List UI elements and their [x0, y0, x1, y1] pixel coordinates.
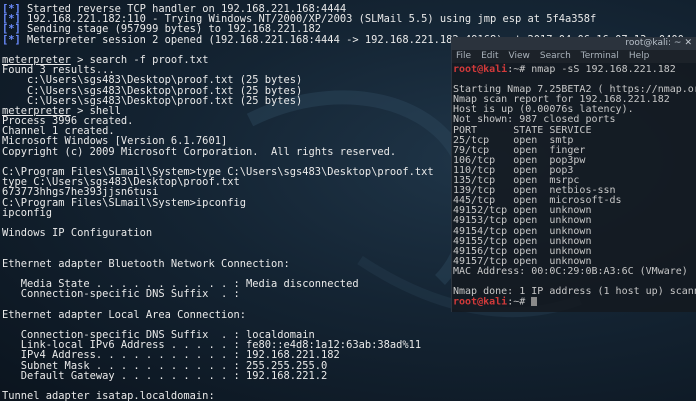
nmap-terminal-output[interactable]: root@kali:~# nmap -sS 192.168.221.182 Sta… [452, 63, 696, 308]
line-text: Tunnel adapter isatap.localdomain: [2, 390, 215, 401]
close-icon[interactable]: ✕ [684, 37, 692, 50]
line-text: ipconfig [2, 206, 53, 219]
line-text: nmap -sS 192.168.221.182 [531, 64, 676, 75]
terminal-line: Tunnel adapter isatap.localdomain: [2, 391, 696, 401]
terminal-line: Default Gateway . . . . . . . . . : 192.… [2, 371, 696, 381]
root-prompt: root@kali [453, 296, 508, 308]
root-prompt: root@kali [453, 64, 508, 75]
terminal-cursor [531, 297, 538, 307]
menu-item-edit[interactable]: Edit [481, 51, 498, 61]
line-text: MAC Address: 00:0C:29:0B:A3:6C (VMware) [453, 265, 688, 277]
window-titlebar[interactable]: root@kali: ~ ✕ [452, 37, 696, 50]
menu-item-help[interactable]: Help [629, 51, 650, 61]
menu-item-view[interactable]: View [509, 51, 530, 61]
menu-item-file[interactable]: File [456, 51, 471, 61]
line-text: Copyright (c) 2009 Microsoft Corporation… [2, 145, 397, 158]
window-title: root@kali: ~ [625, 38, 682, 48]
line-text: Ethernet adapter Bluetooth Network Conne… [2, 257, 290, 270]
menu-item-terminal[interactable]: Terminal [581, 51, 619, 61]
nmap-terminal-window[interactable]: root@kali: ~ ✕ File Edit View Search Terminal… [451, 37, 696, 312]
prompt-suffix: :~# [507, 296, 532, 308]
line-text: Windows IP Configuration [2, 227, 153, 240]
nmap-line: Nmap done: 1 IP address (1 host up) scan… [453, 287, 696, 297]
nmap-line: root@kali:~# [453, 297, 696, 308]
prompt-suffix: :~# [507, 64, 532, 75]
nmap-line: root@kali:~# nmap -sS 192.168.221.182 [453, 64, 696, 75]
nmap-line: MAC Address: 00:0C:29:0B:A3:6C (VMware) [453, 265, 696, 277]
status-tag: [*] [2, 33, 21, 46]
terminal-menubar: File Edit View Search Terminal Help [452, 50, 696, 63]
menu-item-search[interactable]: Search [540, 51, 571, 61]
line-text: Connection-specific DNS Suffix . : [2, 288, 240, 301]
line-text: Default Gateway . . . . . . . . . : 192.… [2, 369, 328, 382]
line-text: Nmap done: 1 IP address (1 host up) scan… [453, 286, 696, 298]
line-text: Ethernet adapter Local Area Connection: [2, 308, 246, 321]
